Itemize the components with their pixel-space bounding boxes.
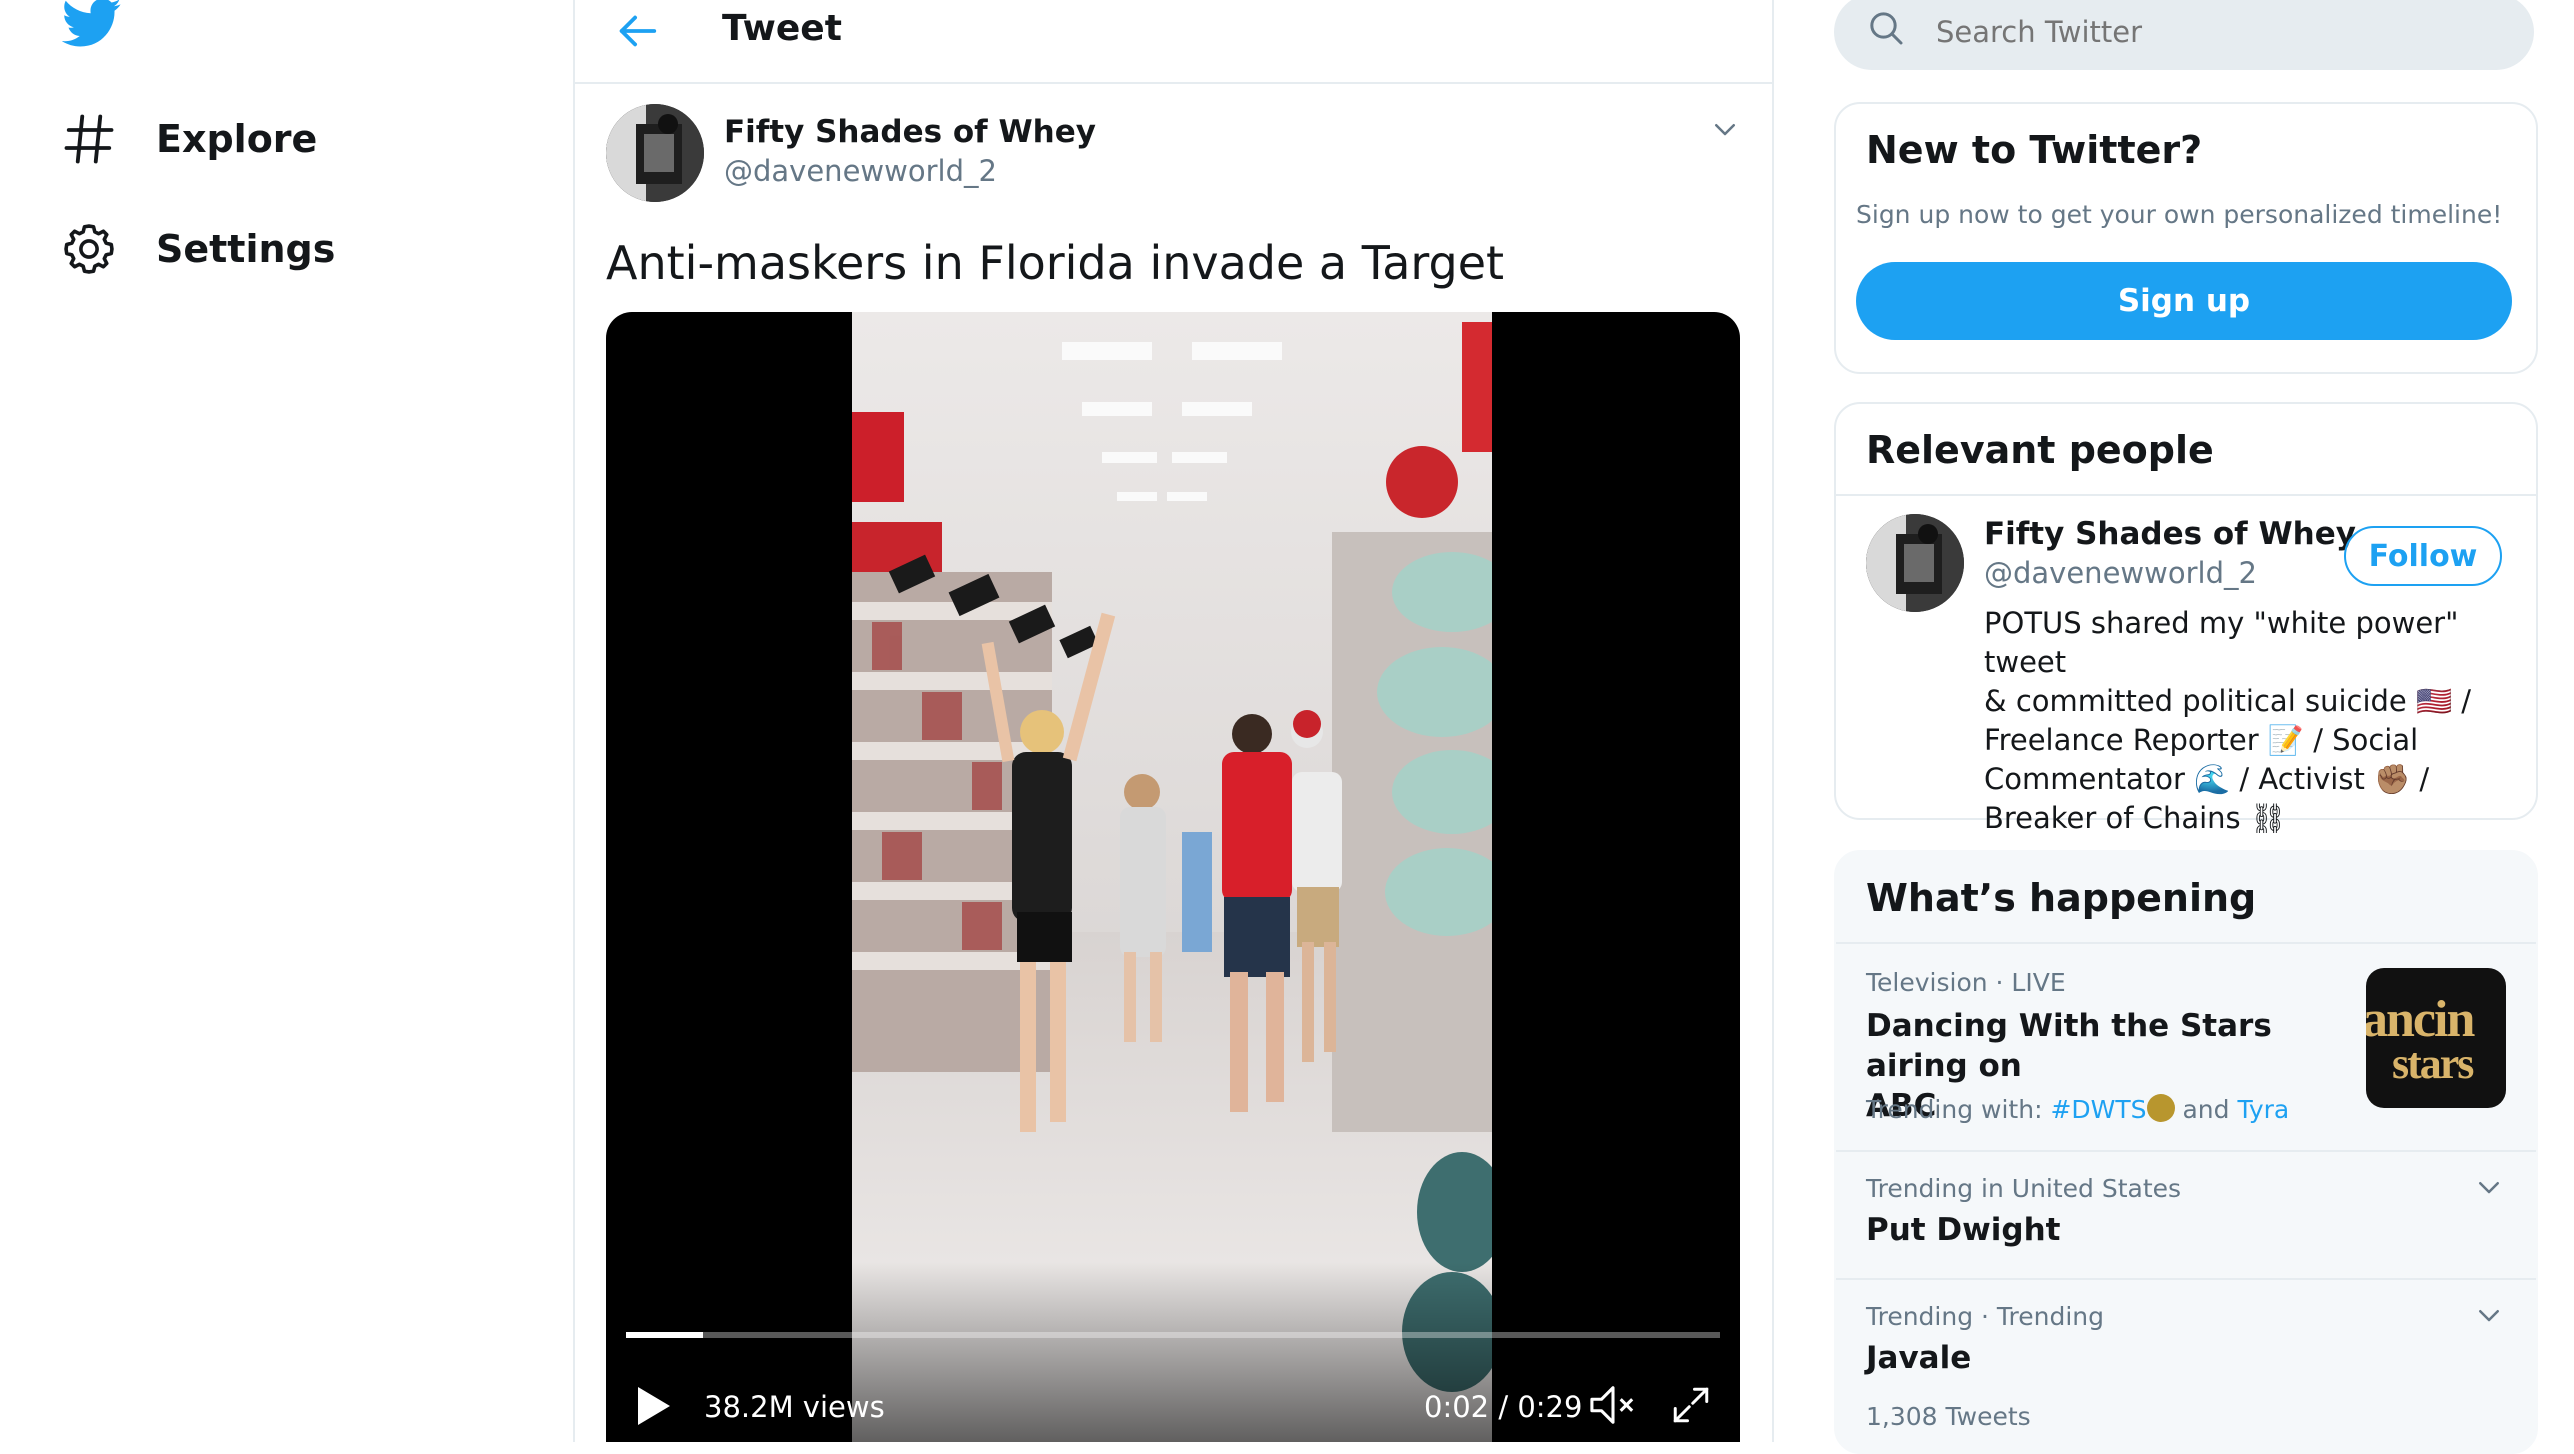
hashtag-icon bbox=[62, 112, 116, 166]
tweet-text: Anti-maskers in Florida invade a Target bbox=[606, 236, 1505, 290]
trend-meta: Trending · Trending bbox=[1866, 1302, 2105, 1331]
video-frame bbox=[852, 312, 1492, 1442]
chevron-down-icon[interactable] bbox=[1710, 114, 1740, 144]
bio-line: Freelance Reporter 📝 / Social bbox=[1984, 723, 2419, 757]
play-icon[interactable] bbox=[636, 1385, 672, 1427]
search-icon bbox=[1866, 8, 1906, 48]
trend-title: Javale bbox=[1866, 1340, 1972, 1376]
search-input[interactable] bbox=[1934, 4, 2498, 60]
signup-card: New to Twitter? Sign up now to get your … bbox=[1834, 102, 2538, 374]
back-arrow-icon[interactable] bbox=[614, 8, 660, 54]
trend-tag-dwts[interactable]: #DWTS bbox=[2050, 1095, 2146, 1124]
trend-title: Put Dwight bbox=[1866, 1212, 2061, 1248]
author-name[interactable]: Fifty Shades of Whey bbox=[724, 114, 1096, 150]
author-avatar[interactable] bbox=[606, 104, 704, 202]
header-divider bbox=[575, 82, 1772, 84]
fullscreen-icon[interactable] bbox=[1670, 1384, 1712, 1426]
trend-item[interactable]: Trending in United States Put Dwight bbox=[1836, 1152, 2536, 1278]
signup-card-subtitle: Sign up now to get your own personalized… bbox=[1856, 200, 2503, 229]
relevant-people-card: Relevant people Fifty Shades of Whey @da… bbox=[1834, 402, 2538, 835]
gear-icon bbox=[62, 222, 116, 276]
author-handle[interactable]: @davenewworld_2 bbox=[724, 154, 997, 188]
trend-tag-tyra[interactable]: Tyra bbox=[2237, 1095, 2289, 1124]
page-title: Tweet bbox=[722, 8, 842, 49]
thumb-text: stars bbox=[2392, 1039, 2474, 1088]
video-progress-track[interactable] bbox=[626, 1332, 1720, 1338]
bio-line: Breaker of Chains ⛓ bbox=[1984, 801, 2287, 835]
video-player[interactable]: 38.2M views 0:02 / 0:29 bbox=[606, 312, 1740, 1442]
trend-meta: Television · LIVE bbox=[1866, 968, 2066, 997]
left-column-divider bbox=[573, 0, 575, 1442]
trend-tweet-count: 1,308 Tweets bbox=[1866, 1402, 2031, 1431]
person-handle[interactable]: @davenewworld_2 bbox=[1984, 556, 2257, 590]
chevron-down-icon[interactable] bbox=[2474, 1300, 2504, 1330]
follow-button[interactable]: Follow bbox=[2344, 526, 2502, 586]
video-time: 0:02 / 0:29 bbox=[1424, 1390, 1583, 1424]
nav-label-settings: Settings bbox=[156, 227, 336, 271]
whats-happening-card: What’s happening Television · LIVE Danci… bbox=[1834, 850, 2538, 1454]
nav-label-explore: Explore bbox=[156, 117, 318, 161]
twitter-bird-icon[interactable] bbox=[61, 0, 122, 54]
trend-item[interactable]: Trending · Trending Javale 1,308 Tweets bbox=[1836, 1280, 2536, 1450]
person-name[interactable]: Fifty Shades of Whey bbox=[1984, 516, 2356, 552]
trending-with-label: Trending with: bbox=[1866, 1095, 2043, 1124]
bio-line: Commentator 🌊 / Activist ✊🏽 / bbox=[1984, 762, 2430, 796]
relevant-people-title: Relevant people bbox=[1866, 428, 2214, 472]
video-progress-fill bbox=[626, 1332, 703, 1338]
trend-title-line: Dancing With the Stars airing on bbox=[1866, 1008, 2272, 1084]
person-bio: POTUS shared my "white power" tweet & co… bbox=[1984, 604, 2524, 838]
bio-line: POTUS shared my "white power" tweet bbox=[1984, 606, 2459, 679]
chevron-down-icon[interactable] bbox=[2474, 1172, 2504, 1202]
search-box[interactable] bbox=[1834, 0, 2534, 70]
signup-button[interactable]: Sign up bbox=[1856, 262, 2512, 340]
mute-icon[interactable] bbox=[1588, 1382, 1638, 1428]
trend-item[interactable]: Television · LIVE Dancing With the Stars… bbox=[1836, 944, 2536, 1150]
whats-happening-title: What’s happening bbox=[1866, 876, 2257, 920]
bio-line: & committed political suicide 🇺🇸 / bbox=[1984, 684, 2472, 718]
relevant-people-divider bbox=[1836, 494, 2536, 496]
nav-item-settings[interactable]: Settings bbox=[62, 222, 335, 276]
nav-item-explore[interactable]: Explore bbox=[62, 112, 317, 166]
signup-card-title: New to Twitter? bbox=[1866, 128, 2203, 172]
trending-with: Trending with: #DWTS and Tyra bbox=[1866, 1094, 2289, 1124]
right-column-divider bbox=[1772, 0, 1774, 1442]
dwts-emoji-icon bbox=[2146, 1094, 2175, 1122]
person-avatar[interactable] bbox=[1866, 514, 1964, 612]
trending-with-and: and bbox=[2182, 1095, 2230, 1124]
trend-thumbnail[interactable]: ancin stars bbox=[2366, 968, 2506, 1108]
trend-meta: Trending in United States bbox=[1866, 1174, 2182, 1203]
video-views: 38.2M views bbox=[704, 1390, 885, 1424]
